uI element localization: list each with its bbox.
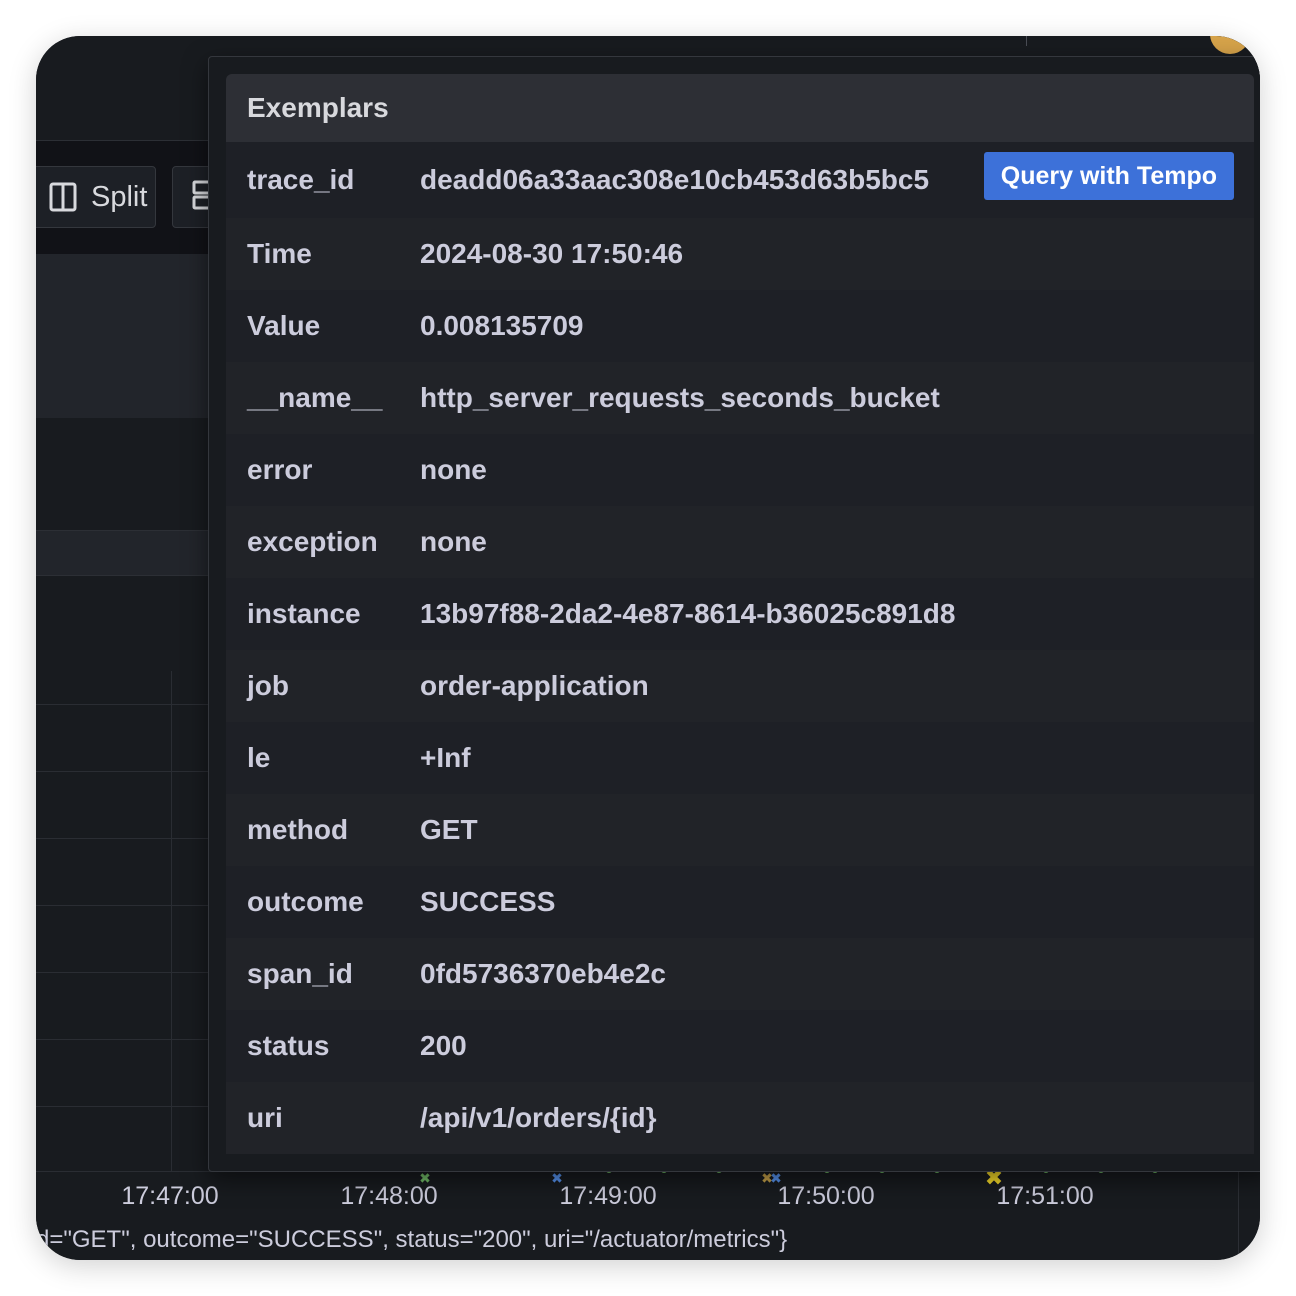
exemplar-row-status: status 200 (226, 1010, 1254, 1082)
exemplar-row-trace-id: trace_id deadd06a33aac308e10cb453d63b5bc5… (226, 142, 1254, 218)
exemplar-key: Value (247, 310, 321, 341)
exemplar-row-method: method GET (226, 794, 1254, 866)
split-icon (49, 181, 77, 213)
x-tick-label: 17:48:00 (340, 1182, 438, 1210)
exemplar-key: exception (247, 526, 378, 557)
exemplar-key: le (247, 742, 271, 773)
exemplar-row-time: Time 2024-08-30 17:50:46 (226, 218, 1254, 290)
split-label: Split (91, 180, 148, 213)
exemplar-value: 0.008135709 (420, 310, 584, 341)
exemplar-value: +Inf (420, 742, 471, 773)
split-button[interactable]: Split (36, 166, 156, 228)
x-tick-label: 17:47:00 (121, 1182, 219, 1210)
exemplar-row-instance: instance 13b97f88-2da2-4e87-8614-b36025c8… (226, 578, 1254, 650)
topbar-divider (1026, 36, 1027, 46)
exemplar-value: none (420, 454, 487, 485)
exemplar-value: order-application (420, 670, 649, 701)
x-tick-label: 17:51:00 (996, 1182, 1094, 1210)
exemplar-value: SUCCESS (420, 886, 556, 917)
exemplar-value: deadd06a33aac308e10cb453d63b5bc5 (420, 164, 930, 195)
exemplar-value: GET (420, 814, 478, 845)
exemplar-table: Exemplars trace_id deadd06a33aac308e10cb4… (226, 74, 1254, 1154)
exemplar-value: 0fd5736370eb4e2c (420, 958, 666, 989)
exemplar-tooltip: Exemplars trace_id deadd06a33aac308e10cb4… (208, 56, 1260, 1172)
exemplar-row-name: __name__ http_server_requests_seconds_buc… (226, 362, 1254, 434)
exemplar-key: trace_id (247, 164, 355, 195)
exemplar-key: span_id (247, 958, 353, 989)
exemplar-title: Exemplars (226, 74, 1254, 142)
exemplar-key: uri (247, 1102, 283, 1133)
avatar[interactable] (1210, 36, 1250, 54)
exemplar-row-span-id: span_id 0fd5736370eb4e2c (226, 938, 1254, 1010)
exemplar-key: method (247, 814, 349, 845)
exemplar-key: instance (247, 598, 361, 629)
exemplar-value: 200 (420, 1030, 467, 1061)
query-with-tempo-button[interactable]: Query with Tempo (983, 152, 1234, 200)
exemplar-row-uri: uri/api/v1/orders/{id} (226, 1082, 1254, 1154)
x-tick-label: 17:49:00 (559, 1182, 657, 1210)
exemplar-row-error: error none (226, 434, 1254, 506)
exemplar-row-outcome: outcome SUCCESS (226, 866, 1254, 938)
x-axis: 17:47:00 17:48:00 17:49:00 17:50:00 17:5… (36, 1182, 1260, 1218)
exemplar-value: 2024-08-30 17:50:46 (420, 238, 684, 269)
exemplar-rows: trace_id deadd06a33aac308e10cb453d63b5bc5… (226, 142, 1254, 1154)
exemplar-value: none (420, 526, 487, 557)
exemplar-key: outcome (247, 886, 364, 917)
exemplar-value: http_server_requests_seconds_bucket (420, 382, 940, 413)
exemplar-key: job (247, 670, 289, 701)
exemplar-value: /api/v1/orders/{id} (420, 1102, 657, 1133)
graph-gridline (171, 671, 172, 1171)
exemplar-value: 13b97f88-2da2-4e87-8614-b36025c891d8 (420, 598, 956, 629)
exemplar-row-job: job order-application (226, 650, 1254, 722)
exemplar-key: __name__ (247, 382, 383, 413)
legend-series-label[interactable]: d="GET", outcome="SUCCESS", status="200"… (36, 1226, 787, 1254)
exemplar-row-value: Value 0.008135709 (226, 290, 1254, 362)
app-window: Split ✖ ✖ ✖ ✖ ✖ 17:47:00 17:48:00 17:49:… (36, 36, 1260, 1260)
exemplar-key: Time (247, 238, 312, 269)
exemplar-row-le: le +Inf (226, 722, 1254, 794)
x-tick-label: 17:50:00 (777, 1182, 875, 1210)
exemplar-row-exception: exception none (226, 506, 1254, 578)
exemplar-key: error (247, 454, 313, 485)
exemplar-key: status (247, 1030, 330, 1061)
